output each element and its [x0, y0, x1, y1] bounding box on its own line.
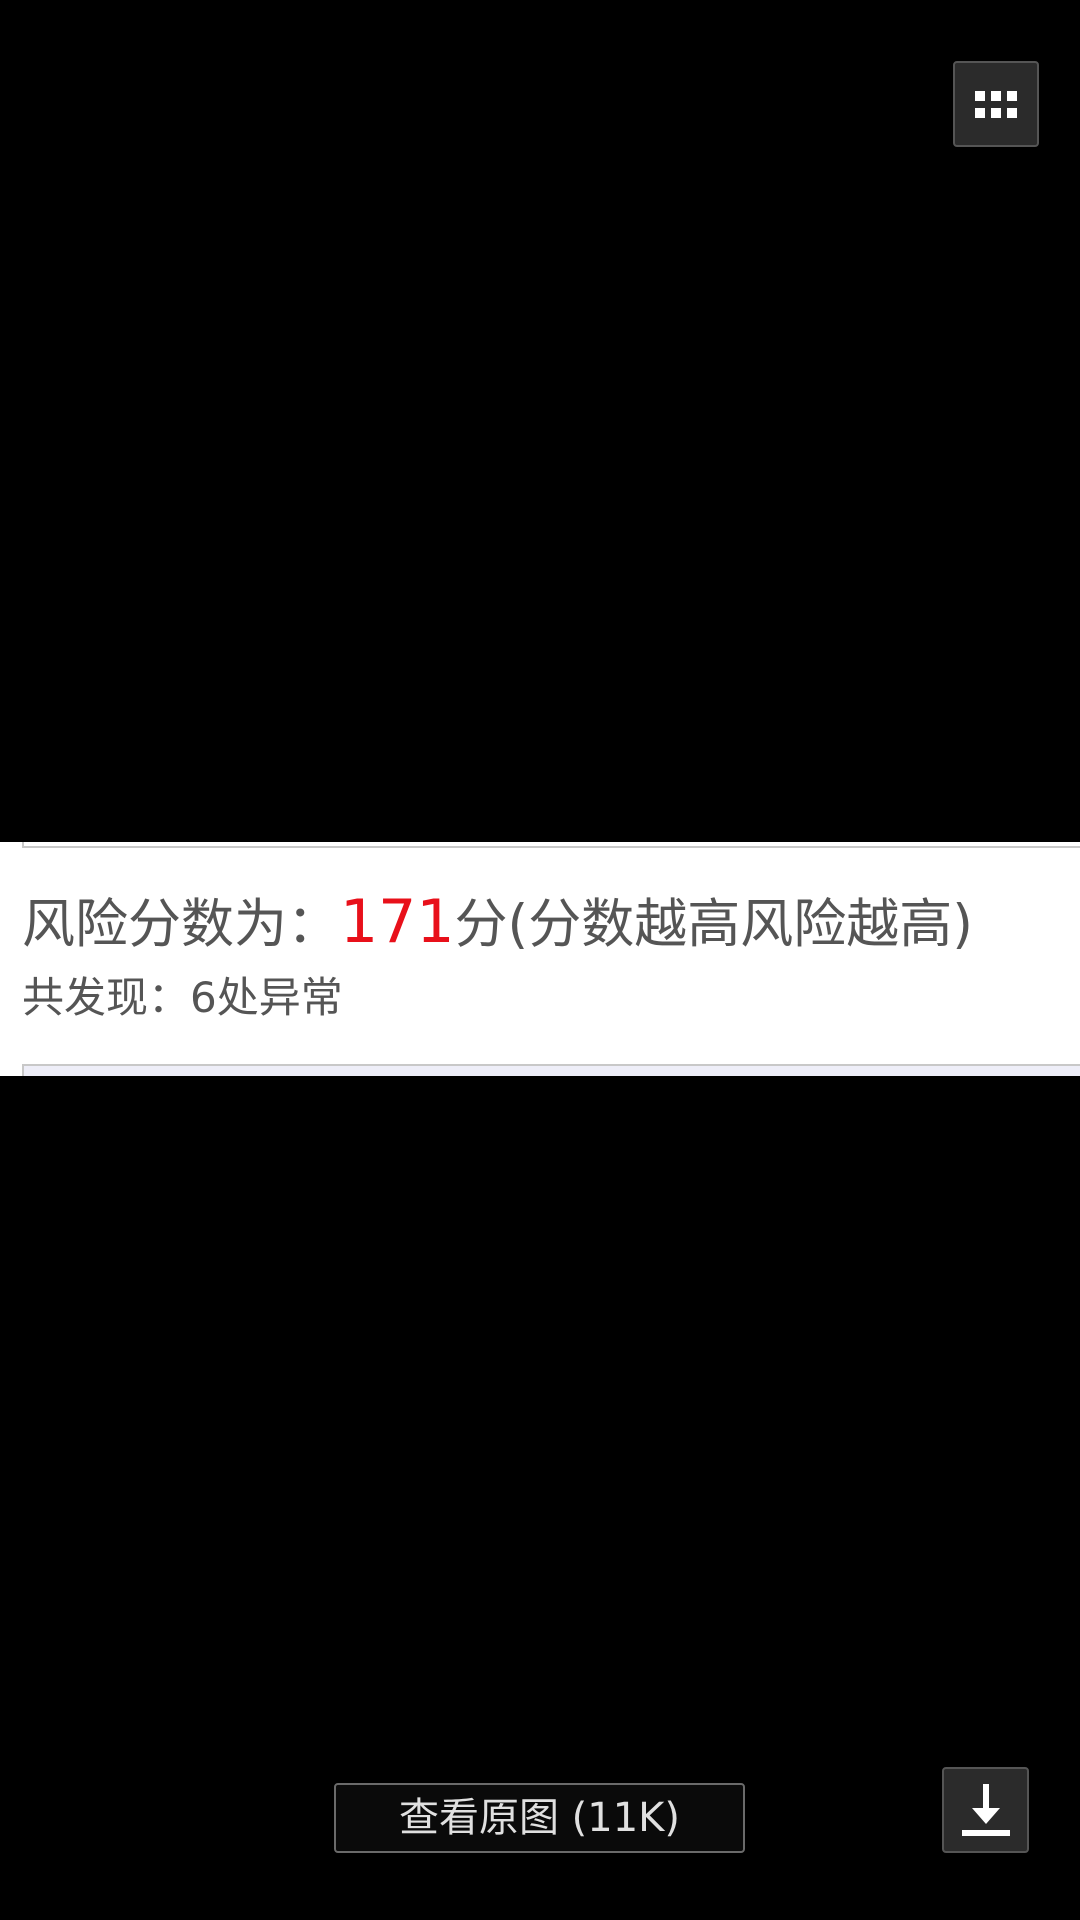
risk-score-line: 风险分数为：171分(分数越高风险越高) [22, 890, 973, 957]
risk-score-suffix: 分(分数越高风险越高) [454, 894, 973, 955]
download-button[interactable] [942, 1767, 1029, 1853]
grid-menu-icon [975, 90, 1017, 118]
anomaly-count-line: 共发现：6处异常 [22, 973, 343, 1022]
download-icon [961, 1784, 1010, 1836]
menu-button[interactable] [953, 61, 1039, 147]
view-original-button[interactable]: 查看原图 (11K) [334, 1783, 745, 1853]
risk-score-value: 171 [340, 887, 455, 957]
image-viewer: 风险分数为：171分(分数越高风险越高) 共发现：6处异常 查看原图 (11K) [0, 0, 1080, 1920]
risk-score-prefix: 风险分数为： [22, 894, 340, 955]
displayed-image[interactable]: 风险分数为：171分(分数越高风险越高) 共发现：6处异常 [0, 842, 1080, 1076]
image-border-top [22, 842, 1080, 848]
image-border-bottom [22, 1064, 1080, 1076]
